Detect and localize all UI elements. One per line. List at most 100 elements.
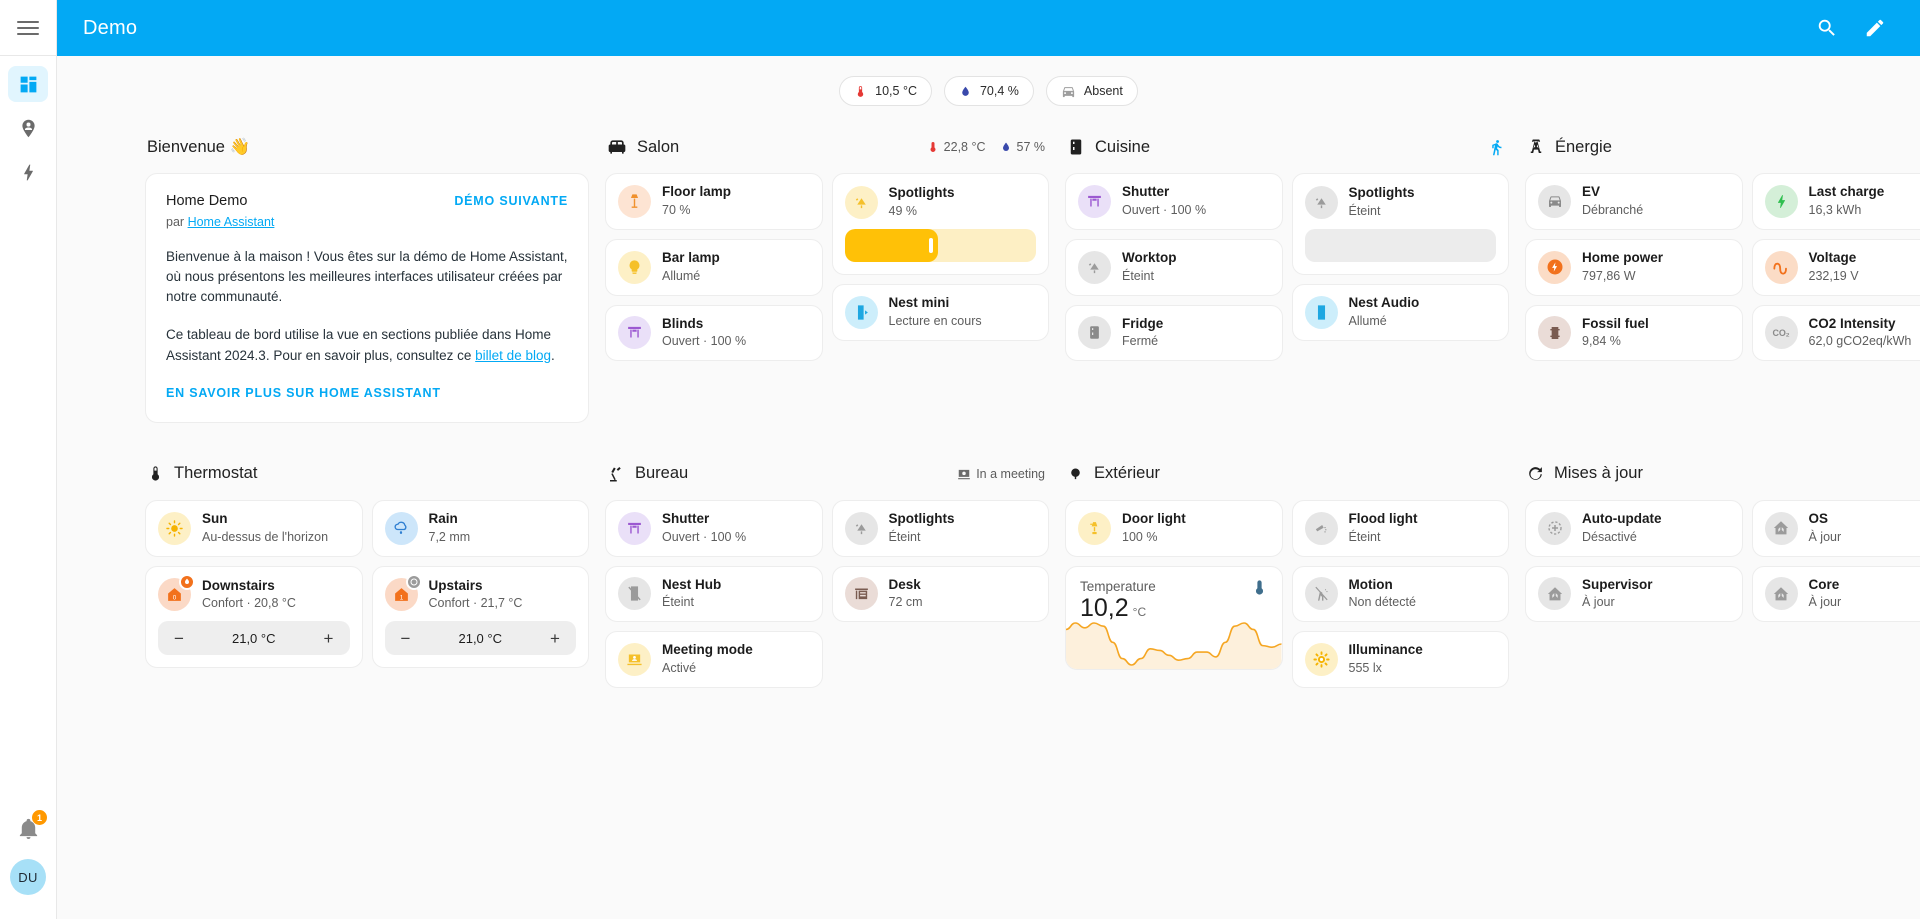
tile-state: Débranché xyxy=(1582,202,1644,217)
section-aux: 22,8 °C 57 % xyxy=(927,140,1045,154)
desk-icon xyxy=(844,577,878,611)
tile-upstairs[interactable]: 1 Upstairs Confort · 21,7 °C − 21,0 °C + xyxy=(371,565,589,669)
tile-state: 72 cm xyxy=(888,595,923,610)
tile-text: Spotlights 49 % xyxy=(889,185,955,220)
search-button[interactable] xyxy=(1816,17,1838,39)
water-percent-icon xyxy=(962,86,969,96)
tile-floor-lamp[interactable]: Floor lamp 70 % xyxy=(605,173,823,230)
increase-temperature-button[interactable]: + xyxy=(548,630,562,647)
brightness-slider[interactable] xyxy=(844,228,1036,262)
tile-text: Shutter Ouvert · 100 % xyxy=(1122,184,1206,219)
temperature-graph-card[interactable]: Temperature 10,2 °C xyxy=(1065,565,1283,670)
notifications-button[interactable]: 1 xyxy=(11,810,47,845)
tile-worktop[interactable]: Worktop Éteint xyxy=(1065,238,1283,296)
learn-more-button[interactable]: EN SAVOIR PLUS SUR HOME ASSISTANT xyxy=(166,386,441,400)
author-prefix: par xyxy=(166,214,185,229)
tile-nest-audio[interactable]: Nest Audio Allumé xyxy=(1291,283,1509,341)
tile-top: 0 Downstairs Confort · 20,8 °C xyxy=(158,574,350,613)
tile-nest-mini[interactable]: Nest mini Lecture en cours xyxy=(831,283,1049,341)
increase-temperature-button[interactable]: + xyxy=(321,630,335,647)
menu-toggle-button[interactable] xyxy=(0,0,57,56)
tile-voltage[interactable]: Voltage 232,19 V xyxy=(1751,238,1920,296)
tile-state: Lecture en cours xyxy=(888,313,982,328)
tile-state: 70 % xyxy=(662,202,691,217)
thermometer-icon xyxy=(151,466,160,481)
sidebar-item-energy[interactable] xyxy=(8,154,48,190)
tile-name: Shutter xyxy=(662,510,710,526)
section-bureau: Bureau In a meeting Shutter Ouvert · 100… xyxy=(605,457,1049,689)
header-actions xyxy=(1816,17,1904,39)
tile-os[interactable]: OS À jour xyxy=(1751,499,1920,557)
spotlights-icon xyxy=(1078,250,1111,284)
barrel-icon xyxy=(1538,316,1571,350)
tile-shutter[interactable]: Shutter Ouvert · 100 % xyxy=(1065,173,1283,230)
tile-name: EV xyxy=(1582,184,1601,199)
tile-bar-lamp[interactable]: Bar lamp Allumé xyxy=(605,238,823,296)
tile-co2-intensity[interactable]: CO₂ CO2 Intensity 62,0 gCO2eq/kWh xyxy=(1751,304,1920,362)
chip-temperature[interactable]: 10,5 °C xyxy=(839,76,932,106)
sidebar-item-dashboard[interactable] xyxy=(8,66,48,102)
chip-label: Absent xyxy=(1083,83,1123,98)
tile-spotlights[interactable]: Spotlights Éteint xyxy=(1291,173,1509,275)
tile-core[interactable]: Core À jour xyxy=(1751,565,1920,623)
tile-state: 232,19 V xyxy=(1808,268,1859,283)
tile-name: Motion xyxy=(1348,576,1393,592)
tile-ev[interactable]: EV Débranché xyxy=(1525,173,1743,230)
edit-dashboard-button[interactable] xyxy=(1864,17,1886,39)
tile-illuminance[interactable]: Illuminance 555 lx xyxy=(1291,631,1509,689)
page-title: Demo xyxy=(83,16,138,39)
tile-text: Rain 7,2 mm xyxy=(429,511,471,546)
tile-spotlights[interactable]: Spotlights Éteint xyxy=(831,499,1049,557)
tile-motion[interactable]: Motion Non détecté xyxy=(1291,565,1509,623)
blinds-icon xyxy=(1078,184,1111,218)
tile-last-charge[interactable]: Last charge 16,3 kWh xyxy=(1751,173,1920,230)
next-demo-button[interactable]: DÉMO SUIVANTE xyxy=(454,192,568,208)
tile-shutter[interactable]: Shutter Ouvert · 100 % xyxy=(605,499,823,557)
sidebar-item-map[interactable] xyxy=(8,110,48,146)
tile-spotlights[interactable]: Spotlights 49 % xyxy=(831,173,1049,275)
tile-home-power[interactable]: Home power 797,86 W xyxy=(1525,238,1743,296)
tile-name: Nest mini xyxy=(888,294,950,310)
tile-state: Désactivé xyxy=(1582,529,1637,544)
bulb-icon xyxy=(618,250,651,284)
blog-post-link[interactable]: billet de blog xyxy=(475,348,551,363)
home-floor-1-icon: 1 xyxy=(384,574,422,612)
tile-desk[interactable]: Desk 72 cm xyxy=(831,565,1049,623)
avatar[interactable]: DU xyxy=(10,859,46,895)
tile-text: Voltage 232,19 V xyxy=(1809,250,1859,285)
tile-name: Worktop xyxy=(1122,249,1177,265)
home-assistant-link[interactable]: Home Assistant xyxy=(188,215,275,229)
tile-state: À jour xyxy=(1808,529,1842,544)
brightness-slider[interactable] xyxy=(1304,228,1496,262)
tile-downstairs[interactable]: 0 Downstairs Confort · 20,8 °C − 21,0 °C xyxy=(145,565,363,669)
tile-name: Desk xyxy=(888,576,921,592)
tile-door-light[interactable]: Door light 100 % xyxy=(1065,499,1283,557)
tile-text: EV Débranché xyxy=(1582,184,1643,219)
graph-label: Temperature xyxy=(1080,578,1156,594)
thermometer-icon xyxy=(857,85,864,97)
tile-state: 49 % xyxy=(888,203,918,218)
tile-meeting-mode[interactable]: Meeting mode Activé xyxy=(605,631,823,689)
tile-state: À jour xyxy=(1582,595,1615,610)
slider-handle[interactable] xyxy=(929,237,934,253)
tile-fossil-fuel[interactable]: Fossil fuel 9,84 % xyxy=(1525,304,1743,362)
tile-blinds[interactable]: Blinds Ouvert · 100 % xyxy=(605,304,823,362)
tile-text: Fossil fuel 9,84 % xyxy=(1582,316,1649,351)
tile-fridge[interactable]: Fridge Fermé xyxy=(1065,304,1283,362)
tile-top: 1 Upstairs Confort · 21,7 °C xyxy=(384,574,577,613)
sections-grid: Bienvenue 👋 Home Demo par Home Assistant… xyxy=(57,120,1920,689)
section-title: Énergie xyxy=(1555,137,1612,156)
svg-text:1: 1 xyxy=(399,595,403,602)
decrease-temperature-button[interactable]: − xyxy=(399,630,413,647)
tile-auto-update[interactable]: Auto-update Désactivé xyxy=(1525,499,1743,557)
section-header: Bureau In a meeting xyxy=(605,457,1049,491)
tile-text: Blinds Ouvert · 100 % xyxy=(662,316,746,351)
tile-flood-light[interactable]: Flood light Éteint xyxy=(1291,499,1509,557)
tile-rain[interactable]: Rain 7,2 mm xyxy=(371,499,589,557)
tile-sun[interactable]: Sun Au-dessus de l'horizon xyxy=(145,499,363,557)
tile-nest-hub[interactable]: Nest Hub Éteint xyxy=(605,565,823,623)
chip-humidity[interactable]: 70,4 % xyxy=(943,76,1034,106)
chip-presence[interactable]: Absent xyxy=(1045,76,1138,106)
tile-supervisor[interactable]: Supervisor À jour xyxy=(1525,565,1743,623)
decrease-temperature-button[interactable]: − xyxy=(172,630,186,647)
